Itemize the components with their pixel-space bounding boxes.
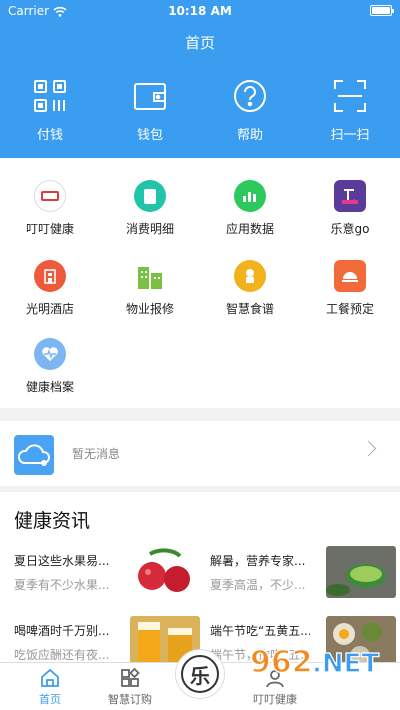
quick-action-help[interactable]: 帮助: [200, 78, 300, 143]
hotel-icon: [34, 260, 66, 292]
news-title: 端午节吃“五黄五...: [210, 624, 310, 638]
news-title: 解暑，营养专家...: [210, 554, 306, 568]
app-data-icon: [234, 180, 266, 212]
tab-smart-order[interactable]: 智慧订购: [80, 667, 180, 707]
quick-action-pay[interactable]: 付钱: [0, 78, 100, 143]
chevron-right-icon: [360, 440, 377, 457]
quick-action-label: 钱包: [136, 128, 163, 143]
header: Carrier 10:18 AM 首页 付钱 钱包 帮助 扫一扫: [0, 0, 400, 158]
green-tea-image: [326, 546, 396, 598]
message-text: 暂无消息: [72, 447, 121, 461]
news-title: 喝啤酒时千万别...: [14, 624, 110, 638]
status-bar: Carrier 10:18 AM: [0, 0, 400, 22]
le-center-icon: 乐: [181, 655, 219, 693]
smart-recipe-icon: [234, 260, 266, 292]
service-label: 乐意go: [330, 222, 370, 236]
service-label: 健康档案: [25, 380, 74, 394]
section-title: 健康资讯: [14, 510, 91, 532]
news-item[interactable]: 解暑，营养专家... 夏季高温，不少...: [210, 546, 400, 602]
lychee-image: [130, 546, 200, 598]
health-news-section: 健康资讯 夏日这些水果易... 夏季有不少水果... 解暑，营养专家... 夏季…: [0, 492, 400, 662]
service-consumption-detail[interactable]: 消费明细: [100, 180, 200, 237]
quick-actions: 付钱 钱包 帮助 扫一扫: [0, 78, 400, 143]
service-hotel[interactable]: 光明酒店: [0, 260, 100, 317]
service-label: 工餐预定: [325, 302, 374, 316]
property-repair-icon: [134, 260, 166, 292]
watermark-logo: 962 .NET 乐游网: [249, 644, 380, 701]
scan-icon: [334, 80, 366, 112]
svg-text:.NET: .NET: [312, 649, 379, 679]
dingding-health-icon: [34, 180, 66, 212]
news-title: 夏日这些水果易...: [14, 554, 110, 568]
service-dingding-health[interactable]: 叮叮健康: [0, 180, 100, 237]
news-summary: 吃饭应酬还有夜...: [14, 648, 110, 662]
smart-order-icon: [121, 667, 140, 687]
services-grid: 叮叮健康 消费明细 应用数据 乐意go 光明酒店 物业报修 智慧食谱 工餐预定 …: [0, 158, 400, 408]
service-label: 应用数据: [225, 222, 274, 236]
service-smart-recipe[interactable]: 智慧食谱: [200, 260, 300, 317]
news-item[interactable]: 喝啤酒时千万别... 吃饭应酬还有夜...: [14, 616, 204, 662]
status-time: 10:18 AM: [168, 4, 232, 18]
quick-action-label: 付钱: [36, 128, 63, 143]
cloud-message-icon: [14, 435, 54, 475]
battery-icon: [370, 5, 394, 16]
news-summary: 夏季高温，不少...: [210, 578, 306, 592]
service-label: 物业报修: [125, 302, 174, 316]
quick-action-wallet[interactable]: 钱包: [100, 78, 200, 143]
leyigo-icon: [334, 180, 366, 212]
news-summary: 夏季有不少水果...: [14, 578, 110, 592]
service-leyigo[interactable]: 乐意go: [300, 180, 400, 237]
service-meal-booking[interactable]: 工餐预定: [300, 260, 400, 317]
quick-action-label: 扫一扫: [330, 128, 370, 143]
message-bar[interactable]: 暂无消息: [0, 421, 400, 486]
page-title: 首页: [184, 34, 215, 52]
help-icon: [234, 80, 266, 112]
tab-label: 智慧订购: [108, 693, 152, 706]
qr-pay-icon: [34, 80, 66, 112]
svg-text:962: 962: [250, 645, 313, 680]
meal-booking-icon: [334, 260, 366, 292]
service-label: 叮叮健康: [25, 222, 74, 236]
quick-action-label: 帮助: [236, 128, 263, 143]
tab-center-le[interactable]: 乐: [175, 649, 225, 699]
service-health-record[interactable]: 健康档案: [0, 338, 100, 395]
wallet-icon: [134, 83, 166, 110]
service-app-data[interactable]: 应用数据: [200, 180, 300, 237]
health-record-icon: [34, 338, 66, 370]
consumption-detail-icon: [134, 180, 166, 212]
service-property-repair[interactable]: 物业报修: [100, 260, 200, 317]
quick-action-scan[interactable]: 扫一扫: [300, 78, 400, 143]
svg-text:乐游网: 乐游网: [322, 679, 376, 701]
service-label: 消费明细: [125, 222, 174, 236]
service-label: 光明酒店: [25, 302, 74, 316]
service-label: 智慧食谱: [225, 302, 274, 316]
tab-label: 首页: [39, 693, 61, 706]
home-icon: [41, 668, 59, 687]
news-item[interactable]: 夏日这些水果易... 夏季有不少水果...: [14, 546, 204, 602]
